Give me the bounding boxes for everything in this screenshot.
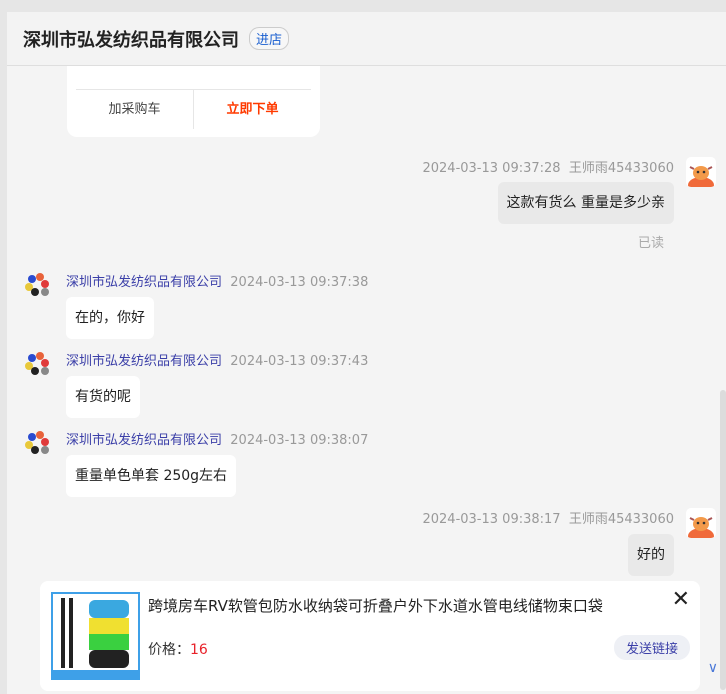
sender-name: 深圳市弘发纺织品有限公司 (66, 433, 223, 448)
product-price: 价格：16 (148, 639, 208, 659)
message-time: 2024-03-13 09:38:07 (230, 433, 369, 448)
shop-name: 深圳市弘发纺织品有限公司 (23, 29, 239, 51)
message-meta: 深圳市弘发纺织品有限公司 2024-03-13 09:38:07 (66, 429, 368, 448)
buy-now-button[interactable]: 立即下单 (193, 90, 311, 129)
message-bubble: 重量单色单套 250g左右 (66, 455, 237, 497)
message-meta: 2024-03-13 09:37:28 王师雨45433060 (422, 157, 674, 176)
shop-avatar (23, 270, 53, 300)
user-avatar (686, 157, 716, 187)
message-bubble: 有货的呢 (66, 376, 140, 418)
sender-name: 王师雨45433060 (568, 512, 674, 527)
scrollbar[interactable] (720, 390, 726, 690)
price-label: 价格： (148, 642, 190, 658)
shop-avatar (23, 428, 53, 458)
message-time: 2024-03-13 09:37:28 (422, 161, 561, 176)
message-bubble: 这款有货么 重量是多少亲 (497, 182, 674, 224)
message-bubble: 好的 (628, 534, 674, 576)
send-link-button[interactable]: 发送链接 (613, 635, 690, 660)
message-time: 2024-03-13 09:38:17 (422, 512, 561, 527)
product-image[interactable] (51, 592, 140, 680)
price-value: 16 (190, 642, 208, 658)
message-meta: 深圳市弘发纺织品有限公司 2024-03-13 09:37:38 (66, 271, 368, 290)
message-meta: 深圳市弘发纺织品有限公司 2024-03-13 09:37:43 (66, 350, 368, 369)
read-status: 已读 (637, 236, 664, 251)
enter-store-button[interactable]: 进店 (249, 27, 290, 50)
message-bubble: 在的，你好 (66, 297, 154, 339)
sender-name: 王师雨45433060 (568, 161, 674, 176)
shop-avatar (23, 349, 53, 379)
message-time: 2024-03-13 09:37:38 (230, 275, 369, 290)
add-to-cart-button[interactable]: 加采购车 (76, 90, 193, 129)
chat-window: 深圳市弘发纺织品有限公司 进店 加采购车 立即下单 2024-03-13 09:… (7, 12, 726, 694)
product-card: 跨境房车RV软管包防水收纳袋可折叠户外下水道水管电线储物束口袋 价格：16 发送… (40, 581, 700, 691)
message-time: 2024-03-13 09:37:43 (230, 354, 369, 369)
sender-name: 深圳市弘发纺织品有限公司 (66, 275, 223, 290)
user-avatar (686, 508, 716, 538)
sender-name: 深圳市弘发纺织品有限公司 (66, 354, 223, 369)
product-title[interactable]: 跨境房车RV软管包防水收纳袋可折叠户外下水道水管电线储物束口袋 (148, 595, 603, 616)
chevron-down-icon[interactable]: ∨ (708, 660, 718, 676)
close-icon[interactable]: ✕ (672, 587, 690, 612)
chat-header: 深圳市弘发纺织品有限公司 进店 (7, 12, 726, 66)
message-meta: 2024-03-13 09:38:17 王师雨45433060 (422, 508, 674, 527)
